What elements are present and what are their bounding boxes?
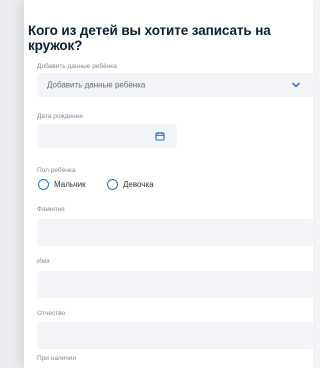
last-name-label: Фамилия bbox=[37, 206, 65, 213]
gender-radio-boy[interactable]: Мальчик bbox=[38, 179, 86, 190]
page-title: Кого из детей вы хотите записать на круж… bbox=[28, 23, 271, 53]
child-select[interactable]: Добавить данные ребёнка bbox=[37, 73, 313, 97]
middle-name-input[interactable] bbox=[37, 322, 313, 349]
child-select-value: Добавить данные ребёнка bbox=[47, 80, 146, 90]
chevron-down-icon bbox=[292, 82, 300, 88]
gender-radio-girl[interactable]: Девочка bbox=[107, 179, 154, 190]
gender-option-label: Мальчик bbox=[54, 180, 86, 189]
radio-circle-icon bbox=[38, 179, 49, 190]
first-name-input[interactable] bbox=[37, 271, 313, 298]
middle-name-label: Отчество bbox=[37, 310, 66, 317]
radio-circle-icon bbox=[107, 179, 118, 190]
first-name-label: Имя bbox=[37, 258, 50, 265]
gender-option-label: Девочка bbox=[123, 180, 154, 189]
calendar-icon[interactable] bbox=[155, 131, 165, 141]
birth-date-label: Дата рождения bbox=[37, 113, 83, 120]
last-name-input[interactable] bbox=[37, 219, 313, 246]
middle-name-hint: При наличии bbox=[37, 355, 76, 362]
gender-label: Пол ребёнка bbox=[37, 167, 76, 174]
birth-date-input[interactable] bbox=[37, 124, 177, 148]
child-select-label: Добавить данные ребёнка bbox=[37, 63, 117, 70]
